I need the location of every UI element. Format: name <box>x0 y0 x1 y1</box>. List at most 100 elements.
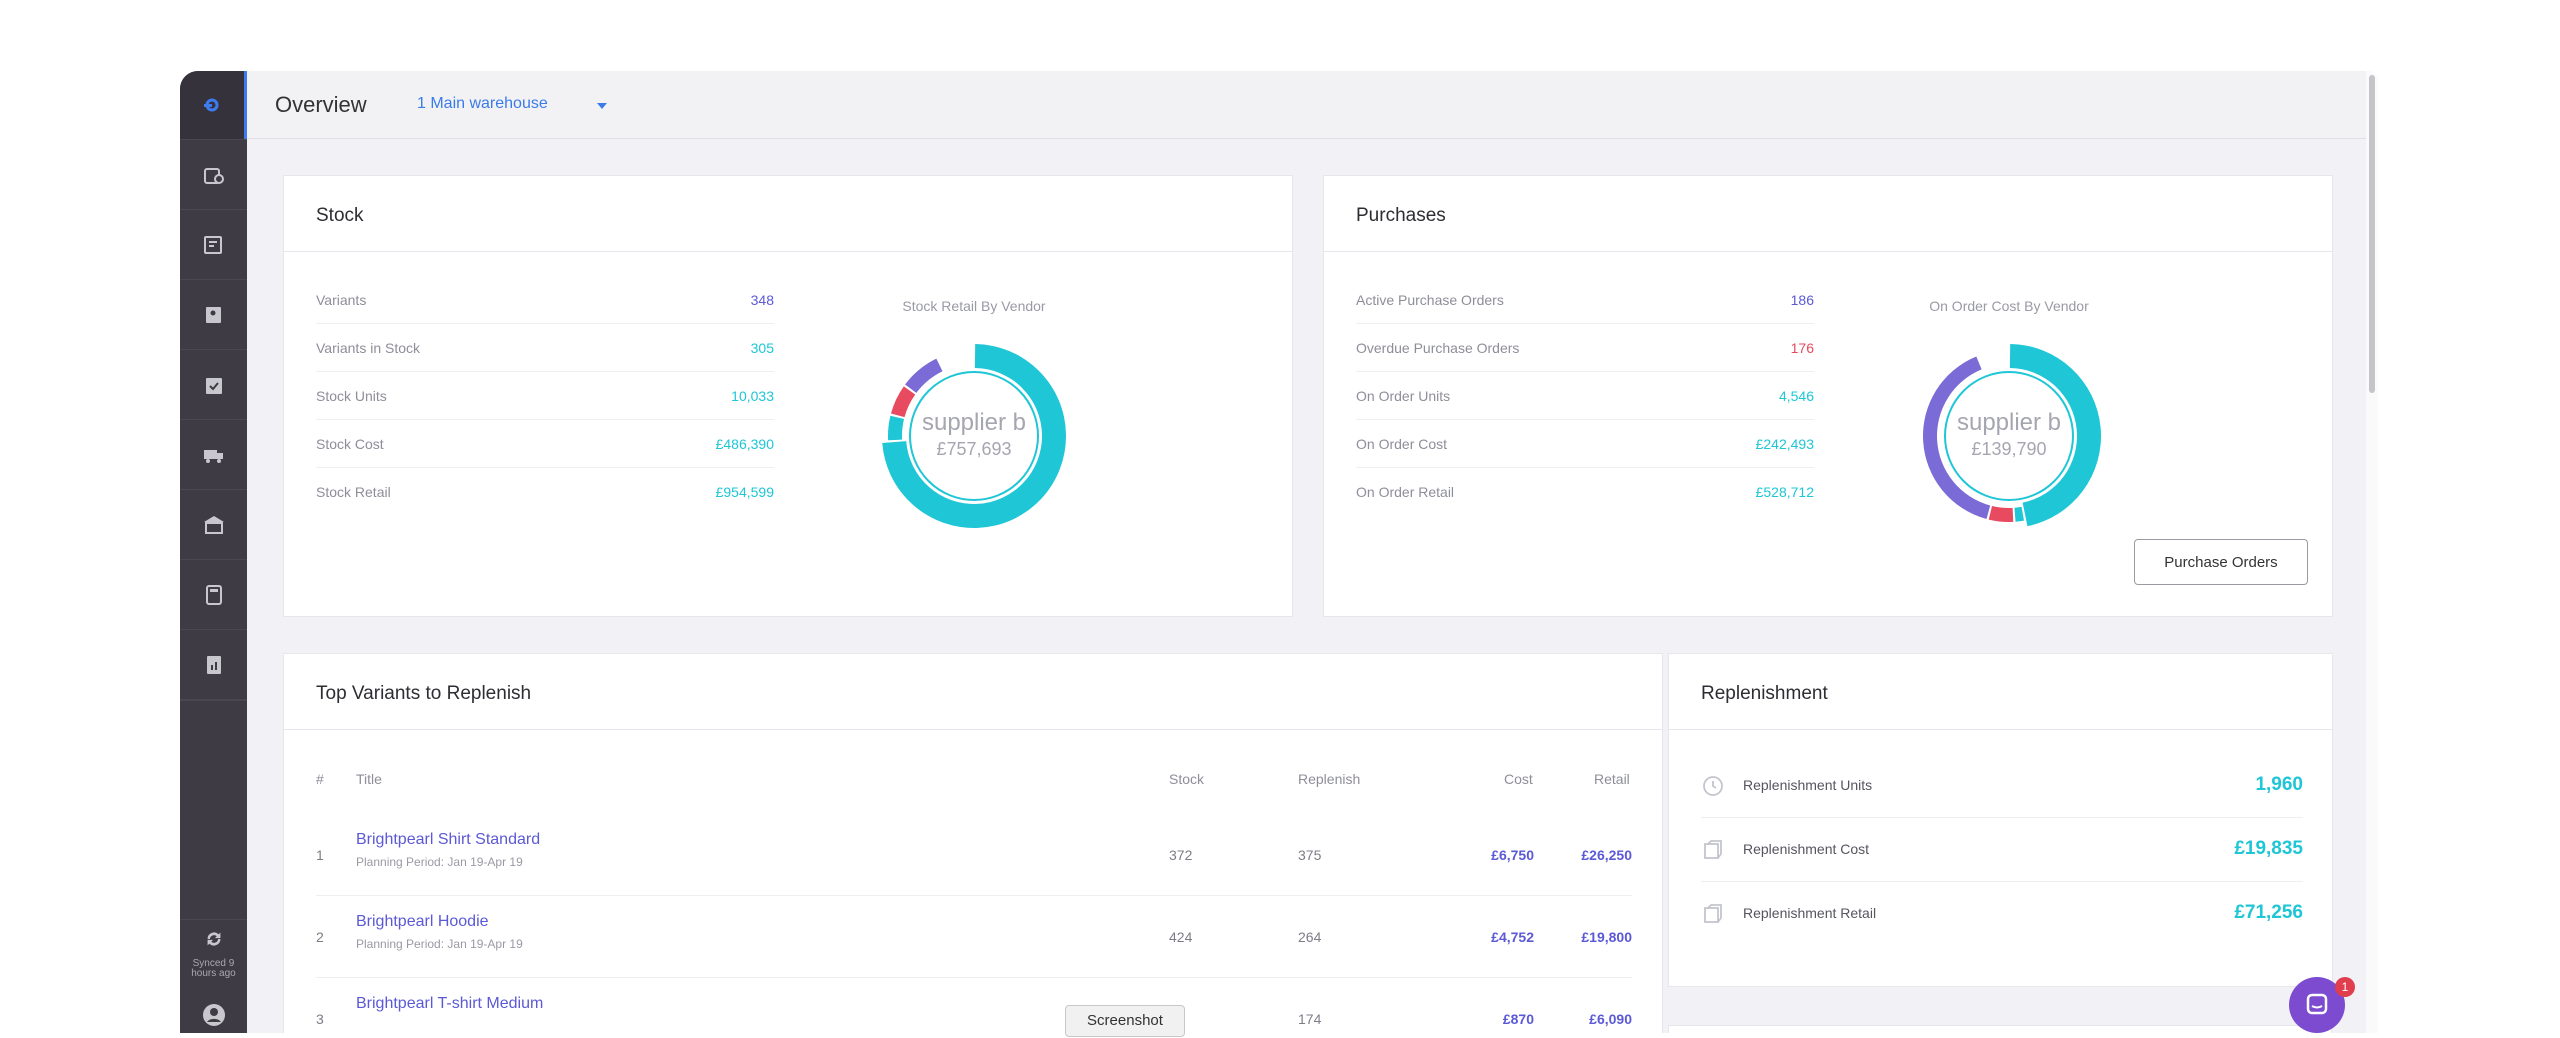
stock-metric-row: Stock Cost £486,390 <box>316 420 774 468</box>
stock-metric-value: £486,390 <box>715 436 774 452</box>
variant-retail: £26,250 <box>1581 847 1632 863</box>
warehouse-select[interactable]: 1 Main warehouse <box>417 95 617 113</box>
checklist-icon[interactable] <box>180 349 247 419</box>
purchases-metric-label: On Order Units <box>1356 388 1451 404</box>
stock-donut-center-value: £757,693 <box>936 439 1012 459</box>
box-icon <box>1704 840 1722 859</box>
user-avatar-icon[interactable] <box>202 1003 226 1027</box>
purchases-metric-value: 186 <box>1790 292 1814 308</box>
warehouse-select-value: 1 Main warehouse <box>417 95 548 112</box>
stock-metric-row: Variants 348 <box>316 276 774 324</box>
stock-metric-value: £954,599 <box>715 484 774 500</box>
col-header-retail: Retail <box>1594 771 1630 787</box>
stock-metric-row: Stock Units 10,033 <box>316 372 774 420</box>
variant-planning-period: Planning Period: Jan 19-Apr 19 <box>356 855 523 869</box>
purchases-donut-segment[interactable] <box>1988 505 2014 522</box>
sidebar: Synced 9 hours ago <box>180 71 247 1033</box>
variant-retail: £6,090 <box>1589 1011 1632 1027</box>
purchases-metric-row: On Order Cost £242,493 <box>1356 420 1814 468</box>
variant-cost: £6,750 <box>1491 847 1534 863</box>
stock-metric-row: Variants in Stock 305 <box>316 324 774 372</box>
variant-retail: £19,800 <box>1581 929 1632 945</box>
shipping-icon[interactable] <box>180 419 247 489</box>
replenishment-value: £71,256 <box>2234 902 2303 923</box>
stock-metric-label: Variants <box>316 292 367 308</box>
purchases-donut-segment[interactable] <box>2014 506 2025 522</box>
stock-metric-value: 10,033 <box>731 388 774 404</box>
replenishment-card: Replenishment Replenishment Units 1,960 Re… <box>1668 653 2333 987</box>
app-window: Synced 9 hours ago Overview 1 Main wareh… <box>180 71 2378 1033</box>
purchases-donut-segment[interactable] <box>1923 356 1991 520</box>
top-variants-card: Top Variants to Replenish # Title Stock … <box>283 653 1663 1033</box>
replenishment-row: Replenishment Cost £19,835 <box>1701 818 2303 882</box>
purchases-metric-label: On Order Cost <box>1356 436 1448 452</box>
stock-donut-title: Stock Retail By Vendor <box>902 298 1046 314</box>
variant-replenish: 375 <box>1298 847 1322 863</box>
stock-metric-label: Stock Retail <box>316 484 391 500</box>
scrollbar-thumb[interactable] <box>2369 75 2375 393</box>
variant-index: 2 <box>316 929 324 945</box>
orders-icon[interactable] <box>180 209 247 279</box>
reports-icon[interactable] <box>180 629 247 699</box>
next-card <box>1668 1025 2332 1033</box>
purchases-metric-value: £528,712 <box>1755 484 1814 500</box>
replenishment-label: Replenishment Retail <box>1743 905 1877 921</box>
col-header-index: # <box>316 771 324 787</box>
purchases-metric-value: 176 <box>1790 340 1814 356</box>
col-header-stock: Stock <box>1169 771 1205 787</box>
variant-row[interactable]: 1 Brightpearl Shirt Standard Planning Peri… <box>316 814 1632 896</box>
variant-planning-period: Planning Period: Jan 19-Apr 19 <box>356 937 523 951</box>
variant-stock: 372 <box>1169 847 1193 863</box>
replenishment-row: Replenishment Retail £71,256 <box>1701 882 2303 946</box>
purchase-orders-button[interactable]: Purchase Orders <box>2134 539 2308 585</box>
variant-cost: £870 <box>1502 1011 1534 1027</box>
purchases-metric-row: On Order Retail £528,712 <box>1356 468 1814 516</box>
col-header-title: Title <box>356 771 382 787</box>
variant-title-link[interactable]: Brightpearl Hoodie <box>356 913 489 931</box>
top-variants-title: Top Variants to Replenish <box>284 654 1662 730</box>
screenshot-tooltip: Screenshot <box>1065 1005 1185 1037</box>
variant-row[interactable]: 2 Brightpearl Hoodie Planning Period: Jan … <box>316 896 1632 978</box>
col-header-replenish: Replenish <box>1298 771 1361 787</box>
stock-donut-segment[interactable] <box>905 358 943 393</box>
box-icon <box>1704 904 1722 923</box>
purchases-metric-row: Active Purchase Orders 186 <box>1356 276 1814 324</box>
variant-replenish: 174 <box>1298 1011 1322 1027</box>
variant-cost: £4,752 <box>1491 929 1534 945</box>
stock-metric-row: Stock Retail £954,599 <box>316 468 774 516</box>
replenishment-label: Replenishment Cost <box>1743 841 1870 857</box>
sync-label: Synced 9 hours ago <box>191 958 236 979</box>
sidebar-divider <box>180 699 247 701</box>
purchases-metric-row: Overdue Purchase Orders 176 <box>1356 324 1814 372</box>
purchases-donut-title: On Order Cost By Vendor <box>1929 298 2089 314</box>
topbar: Overview 1 Main warehouse <box>247 71 2378 139</box>
purchases-card-title: Purchases <box>1324 176 2332 252</box>
vendors-icon[interactable] <box>180 279 247 349</box>
variant-title-link[interactable]: Brightpearl T-shirt Medium <box>356 995 543 1013</box>
replenishment-label: Replenishment Units <box>1743 777 1873 793</box>
chevron-down-icon <box>597 103 607 109</box>
stock-metric-value: 305 <box>750 340 774 356</box>
purchases-metric-value: £242,493 <box>1755 436 1814 452</box>
stock-card: Stock Variants 348 Variants in Stock 305 Sto… <box>283 175 1293 617</box>
variant-title-link[interactable]: Brightpearl Shirt Standard <box>356 831 540 849</box>
purchases-card: Purchases Active Purchase Orders 186 Overd… <box>1323 175 2333 617</box>
purchases-donut-center-value: £139,790 <box>1971 439 2047 459</box>
calculator-icon[interactable] <box>180 559 247 629</box>
purchases-donut-center-name: supplier b <box>1956 409 2062 436</box>
clock-icon <box>1703 776 1723 796</box>
variant-row[interactable]: 3 Brightpearl T-shirt Medium 174 £870 £6,090 <box>316 978 1632 1033</box>
purchases-metric-row: On Order Units 4,546 <box>1356 372 1814 420</box>
stock-metric-value: 348 <box>750 292 774 308</box>
stock-icon[interactable] <box>180 139 247 209</box>
variant-replenish: 264 <box>1298 929 1322 945</box>
replenishment-row: Replenishment Units 1,960 <box>1701 754 2303 818</box>
replenishment-value: £19,835 <box>2234 838 2303 859</box>
brightpearl-logo[interactable] <box>180 71 247 139</box>
purchases-metric-label: Active Purchase Orders <box>1356 292 1504 308</box>
variant-stock: 424 <box>1169 929 1193 945</box>
replenishment-value: 1,960 <box>2255 774 2303 795</box>
purchases-metric-value: 4,546 <box>1778 388 1814 404</box>
warehouse-icon[interactable] <box>180 489 247 559</box>
stock-donut-center-name: supplier b <box>921 409 1027 436</box>
